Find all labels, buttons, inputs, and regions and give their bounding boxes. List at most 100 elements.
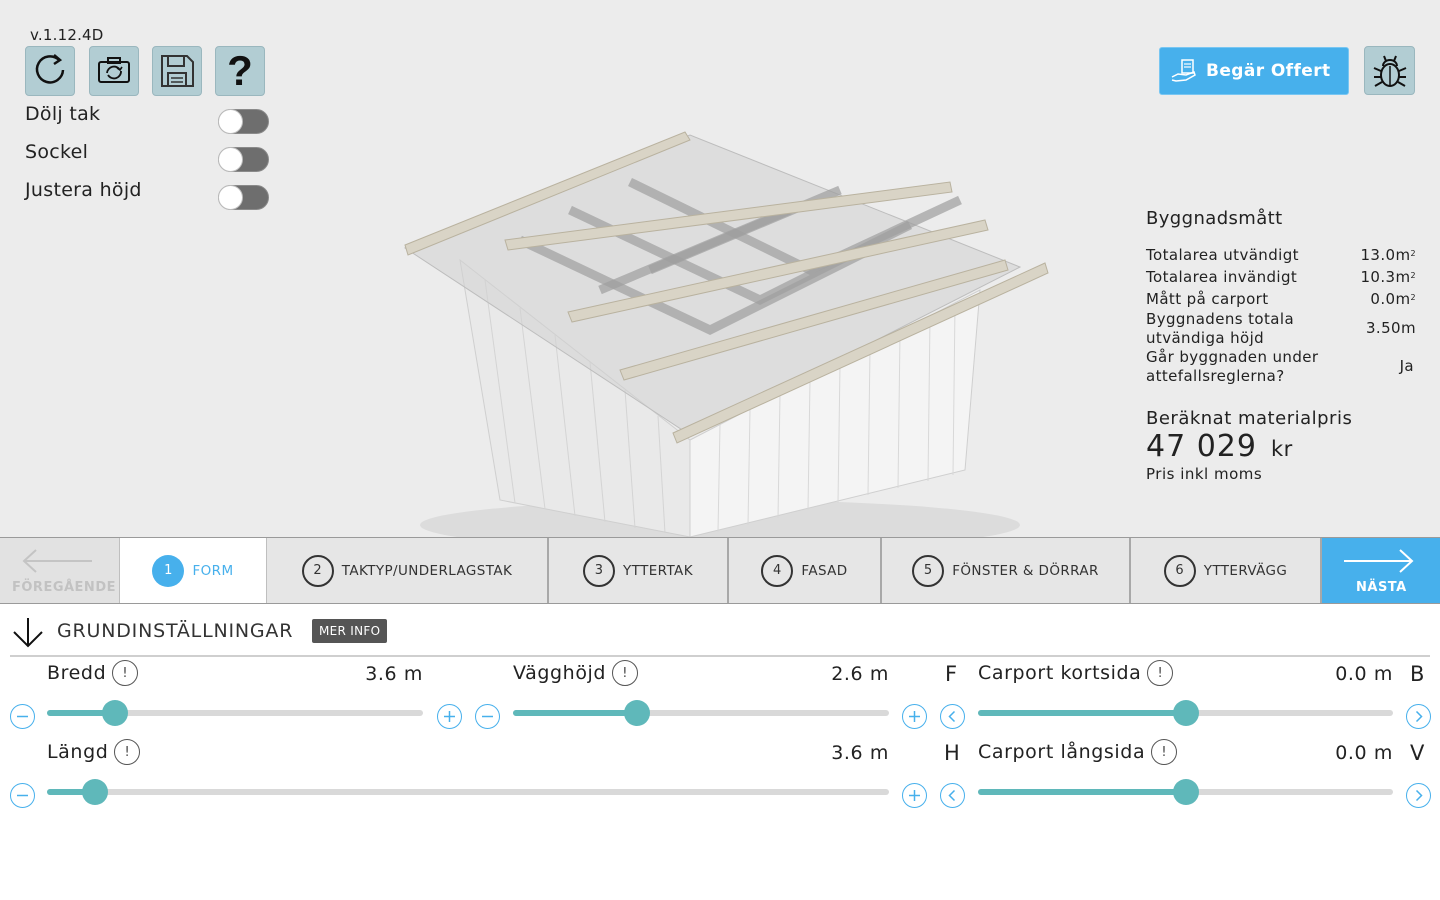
stat-label: Totalarea invändigt: [1146, 267, 1298, 286]
step-tab-windows-doors[interactable]: 5 FÖNSTER & DÖRRAR: [882, 538, 1131, 603]
toggle-row-hide-roof: Dölj tak: [25, 103, 275, 134]
carport-long-side-slider[interactable]: [978, 779, 1393, 805]
hide-roof-toggle[interactable]: [218, 109, 269, 134]
chevron-left-icon: [948, 710, 956, 723]
stat-label: Mått på carport: [1146, 289, 1269, 308]
width-increase-button[interactable]: [437, 704, 462, 729]
step-label: YTTERTAK: [623, 562, 693, 579]
carport-short-side-slider[interactable]: [978, 700, 1393, 726]
previous-button[interactable]: FÖREGÅENDE: [0, 538, 120, 603]
slider-thumb[interactable]: [1172, 700, 1199, 726]
minus-icon: [482, 715, 493, 718]
previous-label: FÖREGÅENDE: [12, 580, 116, 595]
wall-height-decrease-button[interactable]: [475, 704, 500, 729]
step-number: 6: [1163, 554, 1196, 587]
3d-viewport[interactable]: v.1.12.4D ? Dölj tak Sockel Justera höjd…: [0, 0, 1440, 537]
toggle-knob: [218, 147, 243, 172]
building-3d-model[interactable]: [390, 120, 1060, 537]
save-button[interactable]: [152, 46, 202, 96]
length-slider[interactable]: [47, 779, 889, 805]
info-icon[interactable]: !: [612, 660, 639, 686]
stat-row: Totalarea invändigt 10.3m2: [1146, 266, 1416, 288]
right-side-letter: V: [1410, 741, 1425, 765]
length-increase-button[interactable]: [902, 783, 927, 808]
hand-document-icon: [1171, 59, 1196, 82]
refresh-button[interactable]: [25, 46, 75, 96]
step-label: FASAD: [801, 562, 848, 579]
save-icon: [161, 55, 194, 87]
camera-rotate-icon: [98, 57, 130, 83]
carport-short-side-right-button[interactable]: [1406, 704, 1431, 729]
info-icon[interactable]: !: [1151, 739, 1178, 765]
plus-icon: [909, 711, 920, 722]
plinth-toggle[interactable]: [218, 147, 269, 172]
step-tab-facade[interactable]: 4 FASAD: [729, 538, 882, 603]
step-tab-form[interactable]: 1 FORM: [120, 538, 267, 603]
width-slider[interactable]: [47, 700, 423, 726]
price-unit: kr: [1270, 437, 1293, 461]
price-note: Pris inkl moms: [1146, 465, 1263, 483]
more-info-button[interactable]: MER INFO: [312, 619, 388, 643]
step-number: 1: [152, 554, 185, 587]
arrow-right-icon: [1344, 549, 1414, 573]
request-quote-label: Begär Offert: [1206, 61, 1331, 81]
carport-long-side-left-button[interactable]: [940, 783, 965, 808]
width-decrease-button[interactable]: [10, 704, 35, 729]
plus-icon: [909, 790, 920, 801]
slider-thumb[interactable]: [81, 779, 108, 805]
stat-value: Ja: [1399, 357, 1414, 375]
stats-title: Byggnadsmått: [1146, 208, 1283, 229]
carport-long-side-label: Carport långsida !: [978, 739, 1178, 765]
stat-row: Går byggnaden under attefallsreglerna? J…: [1146, 347, 1416, 386]
carport-short-side-label: Carport kortsida !: [978, 660, 1174, 686]
bug-report-button[interactable]: [1364, 46, 1415, 95]
wall-height-label: Vägghöjd !: [513, 660, 639, 686]
chevron-right-icon: [1415, 789, 1423, 802]
stat-label: Byggnadens totala utvändiga höjd: [1146, 309, 1295, 347]
left-side-letter: H: [944, 741, 960, 765]
next-label: NÄSTA: [1356, 580, 1407, 595]
bug-icon: [1373, 55, 1406, 87]
divider: [10, 655, 1430, 657]
camera-reset-button[interactable]: [89, 46, 139, 96]
carport-short-side-left-button[interactable]: [940, 704, 965, 729]
stat-row: Byggnadens totala utvändiga höjd 3.50m: [1146, 310, 1416, 347]
slider-fill: [978, 789, 1186, 795]
info-icon[interactable]: !: [1147, 660, 1174, 686]
stat-value: 10.3m2: [1360, 267, 1416, 286]
toggle-knob: [218, 109, 243, 134]
info-icon[interactable]: !: [114, 739, 141, 765]
slider-thumb[interactable]: [624, 700, 651, 726]
stat-row: Mått på carport 0.0m2: [1146, 288, 1416, 310]
toggle-label: Justera höjd: [25, 179, 142, 201]
step-number: 5: [912, 554, 945, 587]
step-tab-roof-type[interactable]: 2 TAKTYP/UNDERLAGSTAK: [267, 538, 549, 603]
step-label: YTTERVÄGG: [1203, 562, 1288, 579]
carport-long-side-value: 0.0 m: [1335, 742, 1393, 764]
step-label: FORM: [192, 562, 234, 579]
next-button[interactable]: NÄSTA: [1322, 538, 1440, 603]
slider-thumb[interactable]: [1172, 779, 1199, 805]
help-button[interactable]: ?: [215, 46, 265, 96]
toggle-label: Dölj tak: [25, 103, 101, 125]
info-icon[interactable]: !: [112, 660, 139, 686]
adjust-height-toggle[interactable]: [218, 185, 269, 210]
step-tab-outer-roof[interactable]: 3 YTTERTAK: [549, 538, 729, 603]
stat-value: 3.50m: [1365, 319, 1416, 337]
request-quote-button[interactable]: Begär Offert: [1159, 47, 1349, 95]
wall-height-increase-button[interactable]: [902, 704, 927, 729]
step-number: 2: [301, 554, 334, 587]
stat-label: Totalarea utvändigt: [1146, 245, 1299, 264]
wall-height-value: 2.6 m: [831, 663, 889, 685]
chevron-left-icon: [948, 789, 956, 802]
arrow-down-icon[interactable]: [10, 614, 46, 650]
plus-icon: [444, 711, 455, 722]
stat-row: Totalarea utvändigt 13.0m2: [1146, 244, 1416, 266]
toggle-label: Sockel: [25, 141, 89, 163]
length-decrease-button[interactable]: [10, 783, 35, 808]
step-tab-outer-wall[interactable]: 6 YTTERVÄGG: [1131, 538, 1322, 603]
carport-long-side-right-button[interactable]: [1406, 783, 1431, 808]
length-value: 3.6 m: [831, 742, 889, 764]
wall-height-slider[interactable]: [513, 700, 889, 726]
slider-thumb[interactable]: [101, 700, 128, 726]
